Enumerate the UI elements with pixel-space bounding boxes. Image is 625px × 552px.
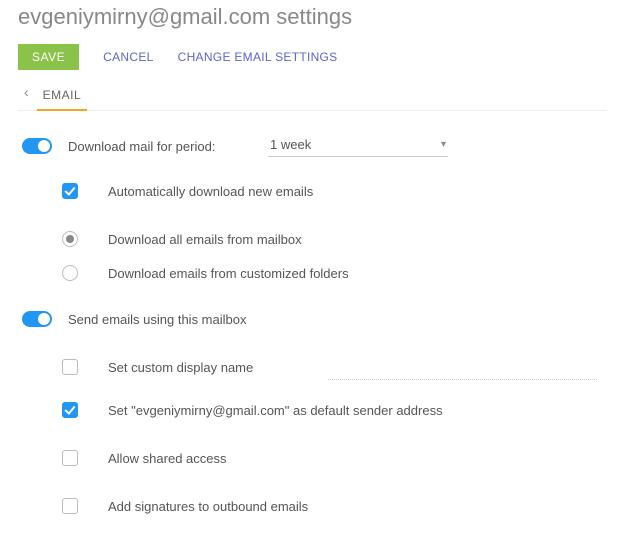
- change-email-settings-button[interactable]: CHANGE EMAIL SETTINGS: [178, 50, 338, 64]
- download-period-value: 1 week: [270, 137, 311, 152]
- tab-email[interactable]: EMAIL: [41, 82, 84, 110]
- custom-display-name-label: Set custom display name: [108, 360, 253, 375]
- action-bar: SAVE CANCEL CHANGE EMAIL SETTINGS: [18, 44, 607, 70]
- save-button[interactable]: SAVE: [18, 44, 79, 70]
- shared-access-checkbox[interactable]: [62, 450, 78, 466]
- cancel-button[interactable]: CANCEL: [103, 50, 153, 64]
- download-period-label: Download mail for period:: [68, 139, 268, 154]
- display-name-underline: [328, 379, 597, 380]
- back-icon[interactable]: ‹: [24, 85, 29, 107]
- download-mail-toggle[interactable]: [22, 138, 52, 154]
- page-title: evgeniymirny@gmail.com settings: [18, 4, 607, 30]
- download-all-radio[interactable]: [62, 231, 78, 247]
- auto-download-checkbox[interactable]: [62, 183, 78, 199]
- send-toggle-label: Send emails using this mailbox: [68, 312, 246, 327]
- signatures-checkbox[interactable]: [62, 498, 78, 514]
- shared-access-label: Allow shared access: [108, 451, 227, 466]
- chevron-down-icon: ▾: [441, 139, 446, 150]
- signatures-label: Add signatures to outbound emails: [108, 499, 308, 514]
- tab-bar: ‹ EMAIL: [18, 82, 607, 111]
- default-sender-checkbox[interactable]: [62, 402, 78, 418]
- download-period-select[interactable]: 1 week ▾: [268, 135, 448, 157]
- custom-display-name-checkbox[interactable]: [62, 359, 78, 375]
- download-custom-radio[interactable]: [62, 265, 78, 281]
- default-sender-label: Set "evgeniymirny@gmail.com" as default …: [108, 403, 443, 418]
- send-mail-toggle[interactable]: [22, 311, 52, 327]
- download-custom-label: Download emails from customized folders: [108, 266, 349, 281]
- auto-download-label: Automatically download new emails: [108, 184, 313, 199]
- download-all-label: Download all emails from mailbox: [108, 232, 302, 247]
